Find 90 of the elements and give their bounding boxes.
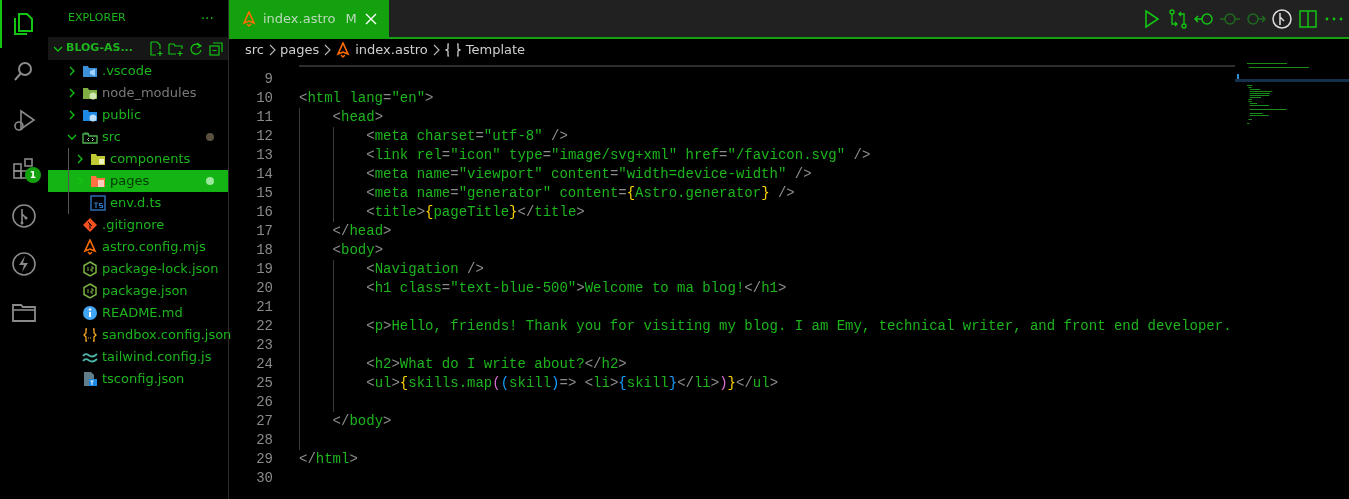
folder-icon — [90, 151, 106, 167]
tree-item[interactable]: env.d.ts — [48, 192, 228, 214]
folder-icon — [82, 107, 98, 123]
line-number: 12 — [255, 127, 273, 146]
rocket-icon — [82, 239, 98, 255]
code-line: </head> — [299, 222, 392, 241]
line-number: 24 — [255, 355, 273, 374]
tree-item[interactable]: node_modules — [48, 82, 228, 104]
code-line: <meta name="viewport" content="width=device-width" /> — [299, 165, 812, 184]
new-folder-icon[interactable] — [168, 40, 184, 57]
chevron-icon — [322, 43, 333, 57]
breadcrumb-item[interactable]: index.astro — [335, 40, 428, 60]
braces-icon — [443, 43, 462, 57]
line-number: 15 — [255, 184, 273, 203]
more-button[interactable]: ··· — [200, 8, 214, 29]
tree-item[interactable]: README.md — [48, 302, 228, 324]
line-number: 23 — [255, 336, 273, 355]
branch-icon[interactable] — [1271, 7, 1293, 30]
code-line: <title>{pageTitle}</title> — [299, 203, 585, 222]
code-line: <p>Hello, friends! Thank you for visiting my blog. I am Emy, technical writer, and front end developer. — [299, 317, 1232, 336]
lightning-icon — [10, 250, 38, 278]
tree-item[interactable]: .gitignore — [48, 214, 228, 236]
code-line: <h1 class="text-blue-500">Welcome to ma blog!</h1> — [299, 279, 787, 298]
code-line: </body> — [299, 412, 392, 431]
line-number: 20 — [255, 279, 273, 298]
line-number: 30 — [255, 469, 273, 488]
typescript-icon — [90, 195, 106, 211]
code-line: </html> — [299, 450, 358, 469]
breadcrumb-item[interactable]: Template — [443, 40, 526, 60]
split-editor-icon[interactable] — [1297, 7, 1319, 30]
code-line: <meta charset="utf-8" /> — [299, 127, 568, 146]
line-number: 21 — [255, 298, 273, 317]
modified-indicator: M — [345, 9, 357, 28]
code-line: <link rel="icon" type="image/svg+xml" href="/favicon.svg" /> — [299, 146, 871, 165]
tree-item[interactable]: sandbox.config.json — [48, 324, 228, 346]
folder-section-header[interactable]: BLOG-AS... — [48, 37, 228, 60]
chevron-icon — [267, 43, 277, 57]
info-icon — [82, 305, 98, 321]
tree-item[interactable]: package-lock.json — [48, 258, 228, 280]
tree-item[interactable]: src — [48, 126, 228, 148]
line-number: 26 — [255, 393, 273, 412]
code-line: <h2>What do I write about?</h2> — [299, 355, 627, 374]
config-file-icon — [82, 371, 98, 387]
code-line: <meta name="generator" content={Astro.generator} /> — [299, 184, 795, 203]
rocket-icon — [241, 10, 257, 27]
tree-item[interactable]: public — [48, 104, 228, 126]
line-number: 16 — [255, 203, 273, 222]
line-number: 17 — [255, 222, 273, 241]
hexagon-icon — [82, 261, 98, 277]
line-number: 25 — [255, 374, 273, 393]
line-number: 27 — [255, 412, 273, 431]
compare-icon[interactable] — [1167, 7, 1189, 30]
code-line: <body> — [299, 241, 384, 260]
collapse-all-icon[interactable] — [208, 40, 224, 57]
tree-item[interactable]: astro.config.mjs — [48, 236, 228, 258]
line-number: 9 — [263, 70, 273, 89]
line-number: 22 — [255, 317, 273, 336]
branch-icon — [10, 202, 38, 230]
git-icon — [82, 217, 98, 233]
code-line: <Navigation /> — [299, 260, 484, 279]
line-number: 29 — [255, 450, 273, 469]
tree-item[interactable]: tsconfig.json — [48, 368, 228, 390]
tree-item[interactable]: .vscode — [48, 60, 228, 82]
line-number: 28 — [255, 431, 273, 450]
line-number: 14 — [255, 165, 273, 184]
tree-item[interactable]: package.json — [48, 280, 228, 302]
folder-icon — [82, 129, 98, 145]
line-number: 18 — [255, 241, 273, 260]
notification-badge: 1 — [25, 167, 41, 183]
line-number: 13 — [255, 146, 273, 165]
tree-item[interactable]: components — [48, 148, 228, 170]
refresh-icon[interactable] — [188, 40, 204, 57]
line-number: 10 — [255, 89, 273, 108]
sidebar-title: EXPLORER — [68, 10, 126, 27]
folder-icon — [90, 173, 106, 189]
code-line: <head> — [299, 108, 384, 127]
line-number: 19 — [255, 260, 273, 279]
tree-item[interactable]: pages — [48, 170, 228, 192]
new-file-icon[interactable] — [148, 40, 164, 57]
folder-icon — [82, 85, 98, 101]
tree-item[interactable]: tailwind.config.js — [48, 346, 228, 368]
code-line: <html lang="en"> — [299, 89, 434, 108]
code-line: <ul>{skills.map((skill)=> <li>{skill}</li>)}</ul> — [299, 374, 779, 393]
breadcrumb-item[interactable]: src — [245, 40, 264, 60]
rocket-icon — [335, 42, 352, 58]
breadcrumb-item[interactable]: pages — [280, 40, 320, 60]
braces-icon — [82, 327, 98, 343]
hexagon-icon — [82, 283, 98, 299]
line-number: 11 — [255, 108, 273, 127]
folder-icon — [82, 63, 98, 79]
